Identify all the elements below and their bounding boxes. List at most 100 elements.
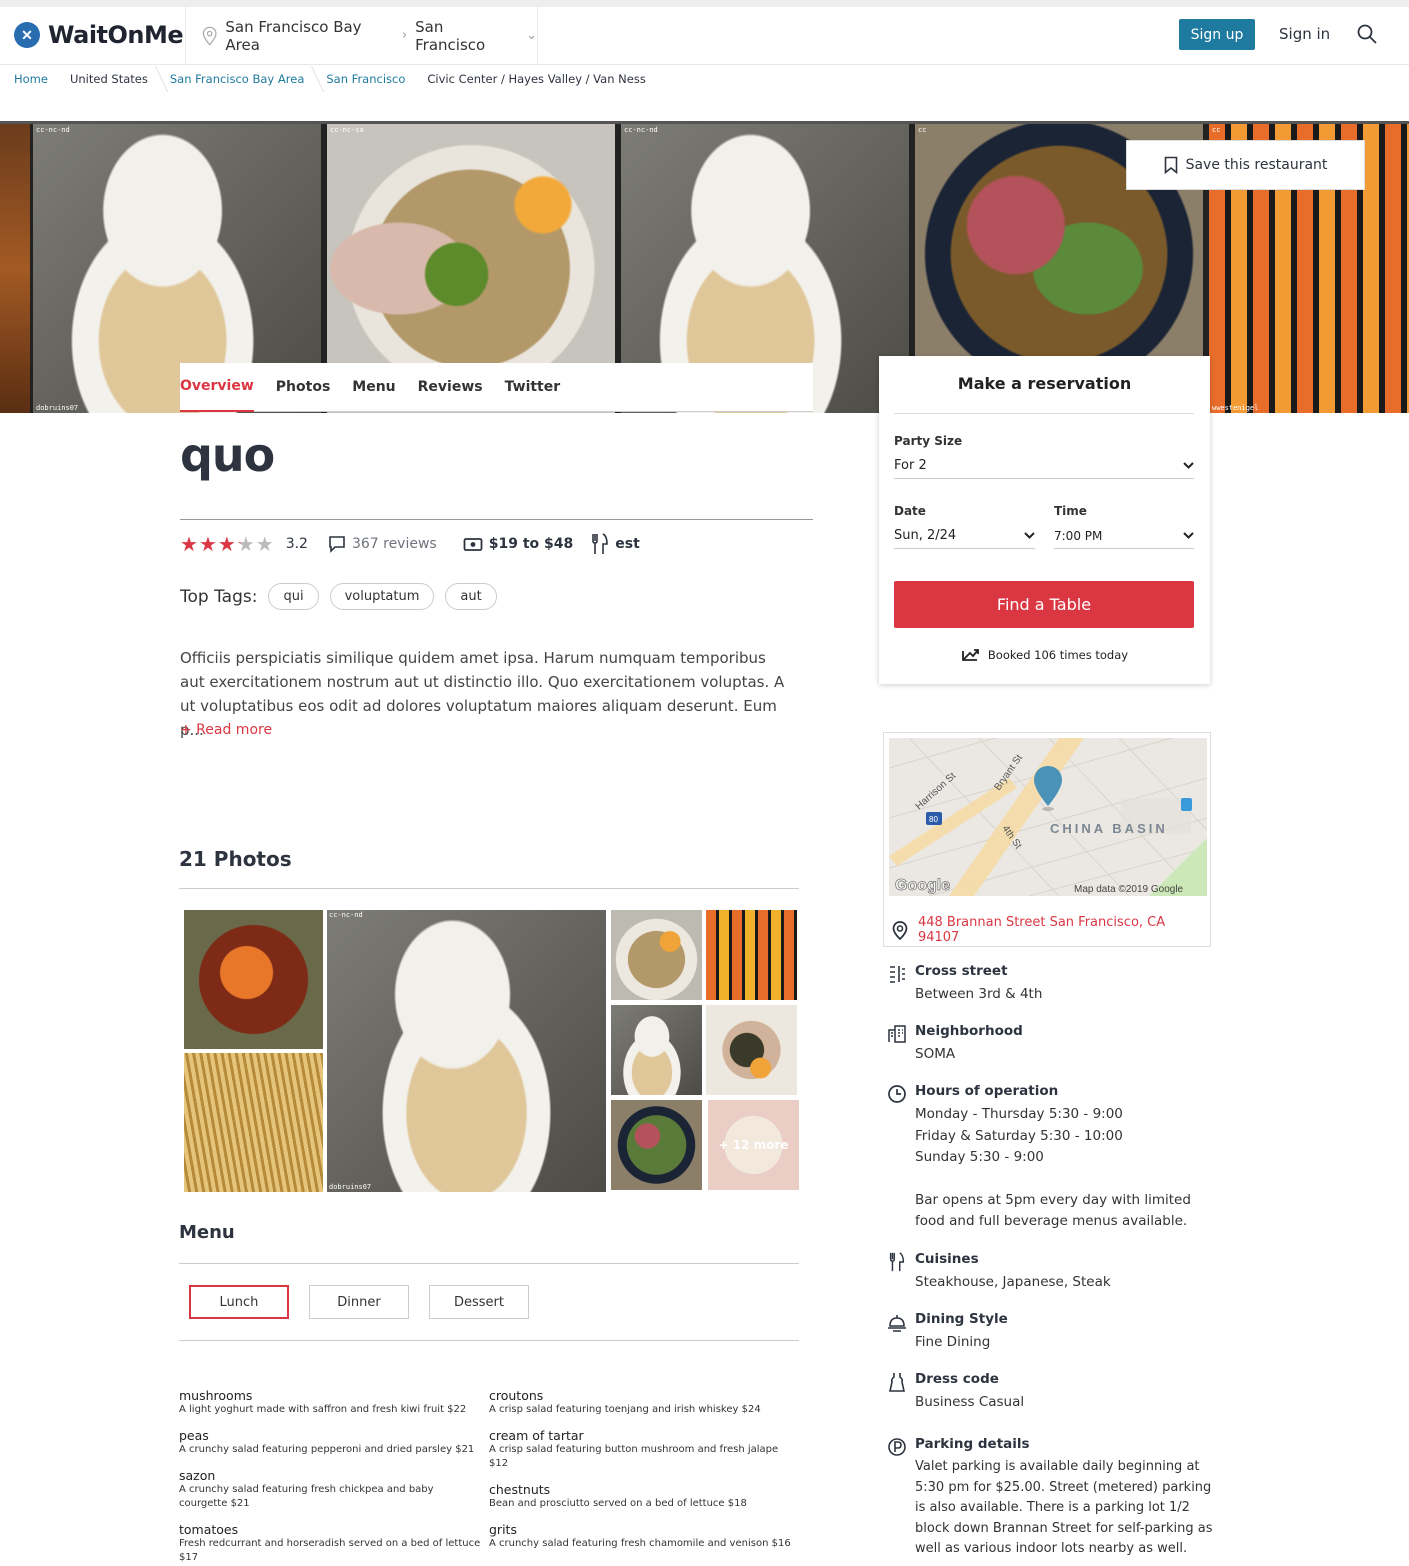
more-photos-label[interactable]: + 12 more bbox=[708, 1100, 799, 1190]
photo-sushi-small[interactable] bbox=[706, 910, 797, 1000]
tag-chip[interactable]: voluptatum bbox=[329, 583, 435, 610]
rating-value: 3.2 bbox=[285, 536, 308, 552]
reservation-title: Make a reservation bbox=[957, 374, 1132, 393]
save-restaurant-button[interactable]: Save this restaurant bbox=[1126, 140, 1365, 190]
map[interactable]: Harrison St Bryant St 4th St CHINA BASIN… bbox=[889, 738, 1207, 896]
star-icon: ★ bbox=[180, 532, 198, 556]
map-label-china-basin: CHINA BASIN bbox=[1050, 821, 1168, 836]
fork-knife-icon bbox=[592, 533, 609, 554]
photo-noodles[interactable] bbox=[184, 1053, 323, 1192]
location-city: San Francisco bbox=[415, 17, 486, 54]
breadcrumb-country[interactable]: United States bbox=[70, 72, 170, 86]
top-strip bbox=[0, 0, 1409, 7]
site-header: ✕ WaitOnMe San Francisco Bay Area › San … bbox=[0, 7, 1409, 65]
breadcrumb-city[interactable]: San Francisco bbox=[326, 72, 427, 86]
menu-item: grits A crunchy salad featuring fresh cha… bbox=[489, 1522, 791, 1549]
signin-link[interactable]: Sign in bbox=[1279, 25, 1330, 43]
breadcrumb-neighborhood: Civic Center / Hayes Valley / Van Ness bbox=[427, 72, 646, 86]
tab-reviews[interactable]: Reviews bbox=[418, 363, 483, 412]
menu-item: cream of tartar A crisp salad featuring b… bbox=[489, 1428, 779, 1469]
read-more-link[interactable]: + Read more bbox=[180, 722, 272, 738]
menu-tabs: Lunch Dinner Dessert bbox=[189, 1285, 529, 1319]
fork-knife-icon bbox=[889, 1252, 905, 1272]
menu-item: croutons A crisp salad featuring toenjang… bbox=[489, 1388, 761, 1415]
date-select[interactable]: Sun, 2/24 bbox=[894, 523, 1035, 549]
trending-up-icon bbox=[962, 649, 979, 661]
tab-menu[interactable]: Menu bbox=[352, 363, 395, 412]
dress-code: Dress code Business Casual bbox=[887, 1371, 1217, 1414]
breadcrumb-home[interactable]: Home bbox=[14, 72, 70, 86]
address-link[interactable]: 448 Brannan Street San Francisco, CA 941… bbox=[892, 915, 1210, 945]
menu-column-right: croutons A crisp salad featuring toenjang… bbox=[489, 1388, 794, 1562]
restaurant-tabs: Overview Photos Menu Reviews Twitter bbox=[180, 363, 813, 412]
tab-twitter[interactable]: Twitter bbox=[505, 363, 561, 412]
photo-tacos-large[interactable]: cc-nc-nd dobruins07 bbox=[327, 910, 606, 1192]
cuisines: Cuisines Steakhouse, Japanese, Steak bbox=[887, 1251, 1217, 1294]
logo-text: WaitOnMe bbox=[48, 21, 184, 49]
cross-street-icon bbox=[890, 966, 905, 983]
rating-stars: ★ ★ ★ ★ ★ bbox=[180, 534, 274, 554]
neighborhood: Neighborhood SOMA bbox=[887, 1023, 1217, 1066]
logo[interactable]: ✕ WaitOnMe bbox=[14, 21, 184, 49]
cuisine-short: est bbox=[615, 536, 640, 552]
find-table-button[interactable]: Find a Table bbox=[894, 581, 1194, 628]
time-label: Time bbox=[1054, 504, 1087, 518]
date-label: Date bbox=[894, 504, 926, 518]
location-pin-icon bbox=[892, 920, 908, 940]
hours-of-operation: Hours of operation Monday - Thursday 5:3… bbox=[887, 1083, 1217, 1233]
tag-chip[interactable]: aut bbox=[445, 583, 497, 610]
menu-item: chestnuts Bean and prosciutto served on a… bbox=[489, 1482, 747, 1509]
search-icon[interactable] bbox=[1356, 23, 1378, 45]
star-icon: ★ bbox=[198, 532, 217, 556]
menu-column-left: mushrooms A light yoghurt made with saffr… bbox=[179, 1388, 484, 1566]
time-select[interactable]: 7:00 PM bbox=[1054, 523, 1194, 549]
photo-ramen-egg[interactable] bbox=[706, 1005, 797, 1095]
top-tags: Top Tags: qui voluptatum aut bbox=[180, 583, 497, 610]
top-tags-label: Top Tags: bbox=[180, 586, 258, 607]
tab-overview[interactable]: Overview bbox=[180, 363, 254, 412]
reservation-card: Make a reservation Party Size For 2 Date… bbox=[879, 356, 1210, 684]
breadcrumb-region[interactable]: San Francisco Bay Area bbox=[170, 72, 327, 86]
parking-icon bbox=[888, 1438, 906, 1456]
signup-button[interactable]: Sign up bbox=[1179, 19, 1255, 50]
party-size-label: Party Size bbox=[894, 434, 963, 448]
photo-ramen-small[interactable] bbox=[611, 910, 702, 1000]
photo-salmon-sushi[interactable] bbox=[184, 910, 323, 1049]
photo-tacos-small[interactable] bbox=[611, 1005, 702, 1095]
location-picker[interactable]: San Francisco Bay Area › San Francisco ⌄ bbox=[185, 7, 538, 64]
menu-item: peas A crunchy salad featuring pepperoni … bbox=[179, 1428, 475, 1455]
clock-icon bbox=[888, 1085, 906, 1103]
location-pin-icon bbox=[202, 26, 217, 46]
tag-chip[interactable]: qui bbox=[268, 583, 319, 610]
chevron-down-icon: ⌄ bbox=[526, 28, 538, 43]
dress-icon bbox=[889, 1373, 905, 1392]
menu-title: Menu bbox=[179, 1222, 235, 1243]
restaurant-name: quo bbox=[180, 428, 275, 482]
menu-tab-dessert[interactable]: Dessert bbox=[429, 1285, 529, 1319]
location-region: San Francisco Bay Area bbox=[225, 17, 362, 54]
menu-item: mushrooms A light yoghurt made with saffr… bbox=[179, 1388, 467, 1415]
logo-icon: ✕ bbox=[14, 22, 40, 48]
restaurant-stats: ★ ★ ★ ★ ★ 3.2 367 reviews $19 to $48 est bbox=[180, 533, 640, 555]
gallery-photo[interactable] bbox=[0, 124, 30, 413]
review-count[interactable]: 367 reviews bbox=[352, 536, 437, 552]
menu-item: sazon A crunchy salad featuring fresh chi… bbox=[179, 1468, 434, 1509]
bookmark-icon bbox=[1164, 156, 1177, 174]
menu-tab-dinner[interactable]: Dinner bbox=[309, 1285, 409, 1319]
cross-street: Cross street Between 3rd & 4th bbox=[887, 963, 1217, 1006]
menu-item: tomatoes Fresh redcurrant and horseradish… bbox=[179, 1522, 481, 1563]
tab-photos[interactable]: Photos bbox=[276, 363, 331, 412]
photo-duck-small[interactable] bbox=[611, 1100, 702, 1190]
map-label-interstate: 80 bbox=[929, 815, 938, 824]
review-bubble-icon bbox=[329, 536, 345, 553]
google-logo: Google bbox=[895, 877, 950, 894]
chevron-down-icon bbox=[1183, 462, 1194, 469]
star-icon: ★ bbox=[255, 532, 274, 556]
chevron-right-icon: › bbox=[401, 28, 408, 43]
menu-tab-lunch[interactable]: Lunch bbox=[189, 1285, 289, 1319]
breadcrumb: Home United States San Francisco Bay Are… bbox=[14, 72, 668, 86]
party-size-select[interactable]: For 2 bbox=[894, 453, 1194, 479]
dining-style: Dining Style Fine Dining bbox=[887, 1311, 1217, 1354]
photos-title: 21 Photos bbox=[179, 847, 292, 871]
service-bell-icon bbox=[888, 1315, 906, 1332]
